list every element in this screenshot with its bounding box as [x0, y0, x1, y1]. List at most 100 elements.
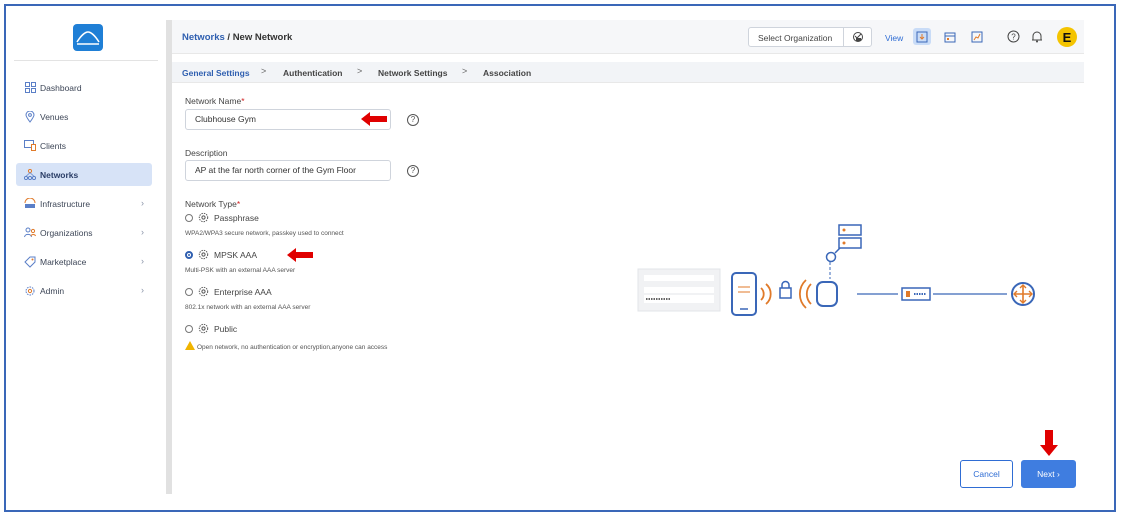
organization-select-label: Select Organization	[758, 33, 833, 43]
network-type-illustration	[637, 224, 1035, 316]
mpsk-aaa-description: Multi-PSK with an external AAA server	[185, 267, 296, 274]
gear-icon	[198, 323, 209, 334]
sidebar: Dashboard Venues Clients Networks Infras…	[10, 10, 160, 505]
router-icon	[1011, 282, 1035, 306]
aaa-server-icon	[825, 224, 862, 279]
sidebar-item-organizations[interactable]: Organizations ›	[16, 221, 152, 244]
mpsk-aaa-label: MPSK AAA	[214, 249, 257, 260]
devices-icon	[24, 140, 36, 152]
gear-icon	[198, 212, 209, 223]
tab-association[interactable]: Association	[483, 68, 531, 78]
view-mode-2-button[interactable]	[941, 28, 959, 45]
calendar-view-icon	[944, 32, 956, 42]
next-button-label: Next	[1037, 469, 1055, 479]
network-icon	[24, 169, 36, 181]
annotation-arrow-left-icon	[361, 112, 387, 126]
sidebar-item-label: Clients	[40, 140, 66, 151]
network-name-help-icon[interactable]: ?	[407, 114, 419, 126]
annotation-arrow-left-icon	[287, 248, 313, 262]
network-type-passphrase-option[interactable]: Passphrase	[185, 211, 259, 224]
logo-icon	[76, 30, 100, 45]
chevron-right-icon: ›	[141, 256, 144, 266]
tab-general-settings[interactable]: General Settings	[182, 68, 250, 78]
sidebar-item-label: Venues	[40, 111, 69, 122]
infrastructure-icon	[24, 198, 36, 210]
chevron-right-icon: ›	[141, 198, 144, 208]
chevron-right-icon: ›	[141, 227, 144, 237]
sidebar-item-venues[interactable]: Venues	[16, 105, 152, 128]
network-type-public-option[interactable]: Public	[185, 322, 237, 335]
wizard-tabs: General Settings > Authentication > Netw…	[172, 62, 1084, 83]
sidebar-item-label: Admin	[40, 285, 65, 296]
user-avatar[interactable]: E	[1057, 27, 1077, 47]
view-mode-3-button[interactable]	[968, 28, 986, 45]
network-type-mpsk-aaa-option[interactable]: MPSK AAA	[185, 248, 257, 261]
passphrase-label: Passphrase	[214, 212, 259, 223]
login-form-graphic	[637, 268, 721, 312]
sidebar-item-admin[interactable]: Admin ›	[16, 279, 152, 302]
download-view-icon	[916, 31, 928, 42]
bell-icon[interactable]	[1029, 29, 1044, 44]
sidebar-divider	[14, 60, 158, 61]
organizations-icon	[24, 227, 36, 239]
dashboard-icon	[24, 82, 36, 94]
tab-authentication[interactable]: Authentication	[283, 68, 343, 78]
switch-icon	[901, 287, 931, 301]
next-button[interactable]: Next ›	[1021, 460, 1076, 488]
svg-text:?: ?	[1011, 32, 1016, 41]
sidebar-item-label: Dashboard	[40, 82, 82, 93]
cancel-button[interactable]: Cancel	[960, 460, 1013, 488]
enterprise-aaa-label: Enterprise AAA	[214, 286, 272, 297]
sidebar-item-label: Marketplace	[40, 256, 87, 267]
view-label: View	[885, 33, 904, 43]
app-logo[interactable]	[73, 24, 103, 51]
enterprise-aaa-radio[interactable]	[185, 287, 193, 296]
view-mode-1-button[interactable]	[913, 28, 931, 45]
description-input[interactable]: AP at the far north corner of the Gym Fl…	[185, 160, 391, 181]
location-pin-icon	[24, 110, 36, 123]
chevron-right-icon: ›	[1057, 469, 1060, 479]
description-label: Description	[185, 148, 228, 158]
network-name-label: Network Name*	[185, 96, 245, 106]
sidebar-item-label: Networks	[40, 169, 79, 180]
passphrase-description: WPA2/WPA3 secure network, passkey used t…	[185, 230, 344, 237]
sidebar-item-infrastructure[interactable]: Infrastructure ›	[16, 192, 152, 215]
passphrase-radio[interactable]	[185, 213, 193, 222]
chart-view-icon	[971, 31, 983, 42]
tab-separator: >	[357, 66, 363, 76]
public-description: Open network, no authentication or encry…	[185, 341, 387, 351]
breadcrumb-networks-link[interactable]: Networks	[182, 32, 225, 43]
warning-icon	[185, 341, 195, 350]
top-header: Networks / New Network Select Organizati…	[172, 20, 1084, 54]
description-help-icon[interactable]: ?	[407, 165, 419, 177]
help-icon[interactable]: ?	[1006, 29, 1021, 44]
sidebar-item-label: Organizations	[40, 227, 93, 238]
sidebar-item-networks[interactable]: Networks	[16, 163, 152, 186]
sidebar-item-clients[interactable]: Clients	[16, 134, 152, 157]
tab-separator: >	[462, 66, 468, 76]
lock-icon	[779, 280, 792, 299]
network-type-enterprise-aaa-option[interactable]: Enterprise AAA	[185, 285, 272, 298]
organization-select[interactable]: Select Organization	[748, 27, 872, 47]
sidebar-nav: Dashboard Venues Clients Networks Infras…	[16, 76, 152, 308]
network-type-label: Network Type*	[185, 199, 241, 209]
gear-icon	[198, 249, 209, 260]
public-radio[interactable]	[185, 324, 193, 333]
chevron-right-icon: ›	[141, 285, 144, 295]
enterprise-aaa-description: 802.1x network with an external AAA serv…	[185, 304, 311, 311]
public-label: Public	[214, 323, 238, 334]
sidebar-splitter[interactable]	[166, 20, 172, 494]
organization-picker-icon[interactable]	[843, 28, 871, 46]
mpsk-aaa-radio[interactable]	[185, 250, 193, 259]
tag-icon	[24, 256, 36, 268]
breadcrumb-current: New Network	[232, 32, 293, 43]
phone-icon	[731, 272, 757, 316]
annotation-arrow-down-icon	[1040, 430, 1058, 456]
wifi-signal-icon	[760, 283, 772, 305]
tab-network-settings[interactable]: Network Settings	[378, 68, 447, 78]
sidebar-item-dashboard[interactable]: Dashboard	[16, 76, 152, 99]
sidebar-item-marketplace[interactable]: Marketplace ›	[16, 250, 152, 273]
breadcrumb-separator: /	[224, 32, 233, 43]
gear-icon	[24, 285, 36, 297]
tab-separator: >	[261, 66, 267, 76]
